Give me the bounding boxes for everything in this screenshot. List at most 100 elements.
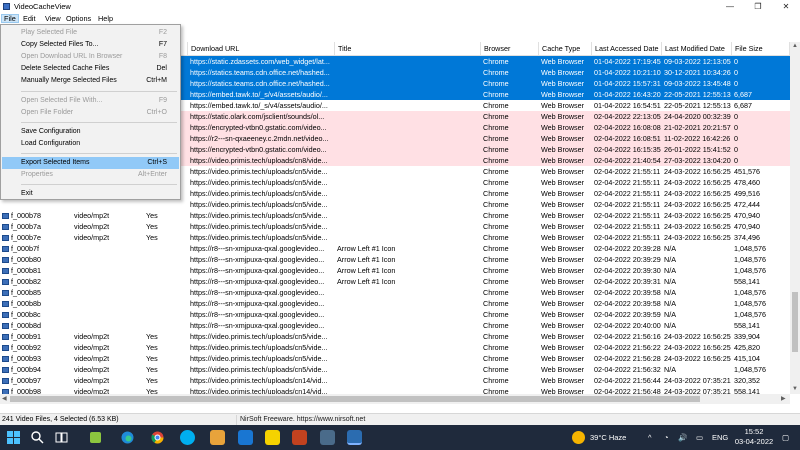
table-row[interactable]: f_000b98 video/mp2t Yes https://video.primi…: [0, 386, 790, 394]
edge-icon[interactable]: [120, 430, 135, 445]
cell-file-size: 558,141: [734, 387, 760, 394]
horizontal-scrollbar[interactable]: ◀ ▶: [0, 394, 790, 404]
scroll-right-icon[interactable]: ▶: [781, 395, 786, 402]
cell-cache-type: Web Browser: [541, 200, 585, 209]
status-nirsoft-link[interactable]: NirSoft Freeware. https://www.nirsoft.ne…: [236, 415, 365, 425]
menu-item-copy-selected-files-to[interactable]: Copy Selected Files To... F7: [2, 39, 179, 51]
table-row[interactable]: f_000b8d https://r8---sn-xmjpuxa-qxal.goo…: [0, 320, 790, 331]
menu-view[interactable]: View: [43, 14, 63, 23]
table-row[interactable]: f_000b93 video/mp2t Yes https://video.primi…: [0, 353, 790, 364]
column-header-browser[interactable]: Browser: [481, 42, 539, 55]
table-row[interactable]: f_000b85 https://r8---sn-xmjpuxa-qxal.goo…: [0, 287, 790, 298]
cell-file-size: 0: [734, 68, 738, 77]
tray-overflow-icon[interactable]: ^: [648, 425, 652, 450]
menu-item-load-configuration[interactable]: Load Configuration: [2, 138, 179, 150]
table-row[interactable]: f_000b80 https://r8---sn-xmjpuxa-qxal.goo…: [0, 254, 790, 265]
cell-title: [335, 56, 481, 67]
menu-item-properties[interactable]: Properties Alt+Enter: [2, 169, 179, 181]
app-icon-red[interactable]: [292, 430, 307, 445]
menu-options[interactable]: Options: [64, 14, 93, 23]
cell-last-modified: N/A: [664, 244, 676, 253]
minimize-button[interactable]: —: [716, 0, 744, 13]
battery-icon[interactable]: ▭: [696, 425, 703, 450]
close-button[interactable]: ✕: [772, 0, 800, 13]
cell-download-url: https://video.primis.tech/uploads/cn5/vi…: [190, 343, 328, 352]
sticky-notes-icon[interactable]: [265, 430, 280, 445]
chrome-icon[interactable]: [150, 430, 165, 445]
menu-item-manually-merge-selected-files[interactable]: Manually Merge Selected Files Ctrl+M: [2, 75, 179, 87]
cell-file-size: 470,940: [734, 211, 760, 220]
cell-last-accessed: 02-04-2022 20:39:28: [594, 244, 661, 253]
menu-edit[interactable]: Edit: [21, 14, 38, 23]
language-indicator[interactable]: ENG: [712, 425, 728, 450]
cell-last-accessed: 02-04-2022 16:15:35: [594, 145, 661, 154]
horizontal-scroll-thumb[interactable]: [10, 396, 700, 402]
widgets-icon[interactable]: [88, 430, 103, 445]
menu-item-save-configuration[interactable]: Save Configuration: [2, 126, 179, 138]
task-view-icon[interactable]: [54, 430, 69, 445]
column-header-file-size[interactable]: File Size: [732, 42, 790, 55]
cell-flag: Yes: [146, 365, 158, 374]
table-row[interactable]: f_000b92 video/mp2t Yes https://video.primi…: [0, 342, 790, 353]
table-row[interactable]: f_000b91 video/mp2t Yes https://video.primi…: [0, 331, 790, 342]
cell-browser: Chrome: [483, 134, 509, 143]
menu-item-open-selected-file-with[interactable]: Open Selected File With... F9: [2, 95, 179, 107]
notification-icon[interactable]: ▢: [782, 425, 789, 450]
cell-cache-type: Web Browser: [541, 90, 585, 99]
menu-item-open-download-url-in-browser[interactable]: Open Download URL In Browser F8: [2, 51, 179, 63]
videocacheview-taskbar-icon[interactable]: [347, 430, 362, 445]
table-row[interactable]: f_000b81 https://r8---sn-xmjpuxa-qxal.goo…: [0, 265, 790, 276]
file-explorer-icon[interactable]: [210, 430, 225, 445]
column-header-title[interactable]: Title: [335, 42, 481, 55]
cell-last-modified: 24-03-2022 07:35:21: [664, 387, 731, 394]
app-icon-gray[interactable]: [320, 430, 335, 445]
mail-icon[interactable]: [238, 430, 253, 445]
table-row[interactable]: f_000b78 video/mp2t Yes https://video.primi…: [0, 210, 790, 221]
cell-cache-type: Web Browser: [541, 68, 585, 77]
menu-help[interactable]: Help: [96, 14, 115, 23]
menu-file[interactable]: File: [1, 14, 19, 23]
cell-cache-type: Web Browser: [541, 123, 585, 132]
menu-item-open-file-folder[interactable]: Open File Folder Ctrl+O: [2, 107, 179, 119]
menu-item-play-selected-file[interactable]: Play Selected File F2: [2, 27, 179, 39]
skype-icon[interactable]: [180, 430, 195, 445]
table-row[interactable]: f_000b7e video/mp2t Yes https://video.primi…: [0, 232, 790, 243]
search-icon[interactable]: [30, 430, 45, 445]
clock[interactable]: 15:52 03-04-2022: [732, 427, 776, 447]
table-row[interactable]: f_000b8c https://r8---sn-xmjpuxa-qxal.goo…: [0, 309, 790, 320]
video-file-icon: [2, 257, 9, 263]
weather-text[interactable]: 39°C Haze: [590, 425, 626, 450]
table-row[interactable]: f_000b82 https://r8---sn-xmjpuxa-qxal.goo…: [0, 276, 790, 287]
speaker-icon[interactable]: 🔊: [678, 425, 687, 450]
cell-last-modified: 24-03-2022 07:35:21: [664, 376, 731, 385]
vertical-scrollbar[interactable]: ▲ ▼: [790, 42, 800, 394]
table-row[interactable]: f_000b7f https://r8---sn-xmjpuxa-qxal.goo…: [0, 243, 790, 254]
table-row[interactable]: f_000b8b https://r8---sn-xmjpuxa-qxal.goo…: [0, 298, 790, 309]
menu-item-label: Manually Merge Selected Files: [21, 77, 117, 85]
column-header-last-modified[interactable]: Last Modified Date: [662, 42, 732, 55]
column-header-cache-type[interactable]: Cache Type: [539, 42, 592, 55]
cell-last-modified: 27-03-2022 13:04:20: [664, 156, 731, 165]
weather-icon[interactable]: [572, 431, 585, 444]
scroll-down-icon[interactable]: ▼: [792, 386, 798, 392]
cell-last-modified: 22-05-2021 12:55:13: [664, 90, 731, 99]
table-row[interactable]: f_000b7a video/mp2t Yes https://video.primi…: [0, 221, 790, 232]
vertical-scroll-thumb[interactable]: [792, 292, 798, 352]
column-header-download-url[interactable]: Download URL: [188, 42, 335, 55]
maximize-button[interactable]: ❐: [744, 0, 772, 13]
menu-item-exit[interactable]: Exit: [2, 188, 179, 200]
scroll-left-icon[interactable]: ◀: [2, 395, 7, 402]
cell-file-size: 0: [734, 156, 738, 165]
table-row[interactable]: f_000b94 video/mp2t Yes https://video.primi…: [0, 364, 790, 375]
menu-item-delete-selected-cache-files[interactable]: Delete Selected Cache Files Del: [2, 63, 179, 75]
menu-item-export-selected-items[interactable]: Export Selected Items Ctrl+S: [2, 156, 179, 169]
windows-start-icon[interactable]: [6, 430, 21, 445]
cell-filename: f_000b94: [0, 364, 72, 375]
column-header-last-accessed[interactable]: Last Accessed Date: [592, 42, 662, 55]
cell-browser: Chrome: [483, 167, 509, 176]
table-row[interactable]: f_000b97 video/mp2t Yes https://video.primi…: [0, 375, 790, 386]
scroll-up-icon[interactable]: ▲: [792, 43, 798, 49]
wifi-icon[interactable]: ◔: [664, 425, 669, 450]
cell-content-type: [72, 265, 144, 276]
table-row[interactable]: https://video.primis.tech/uploads/cn5/vi…: [0, 199, 790, 210]
